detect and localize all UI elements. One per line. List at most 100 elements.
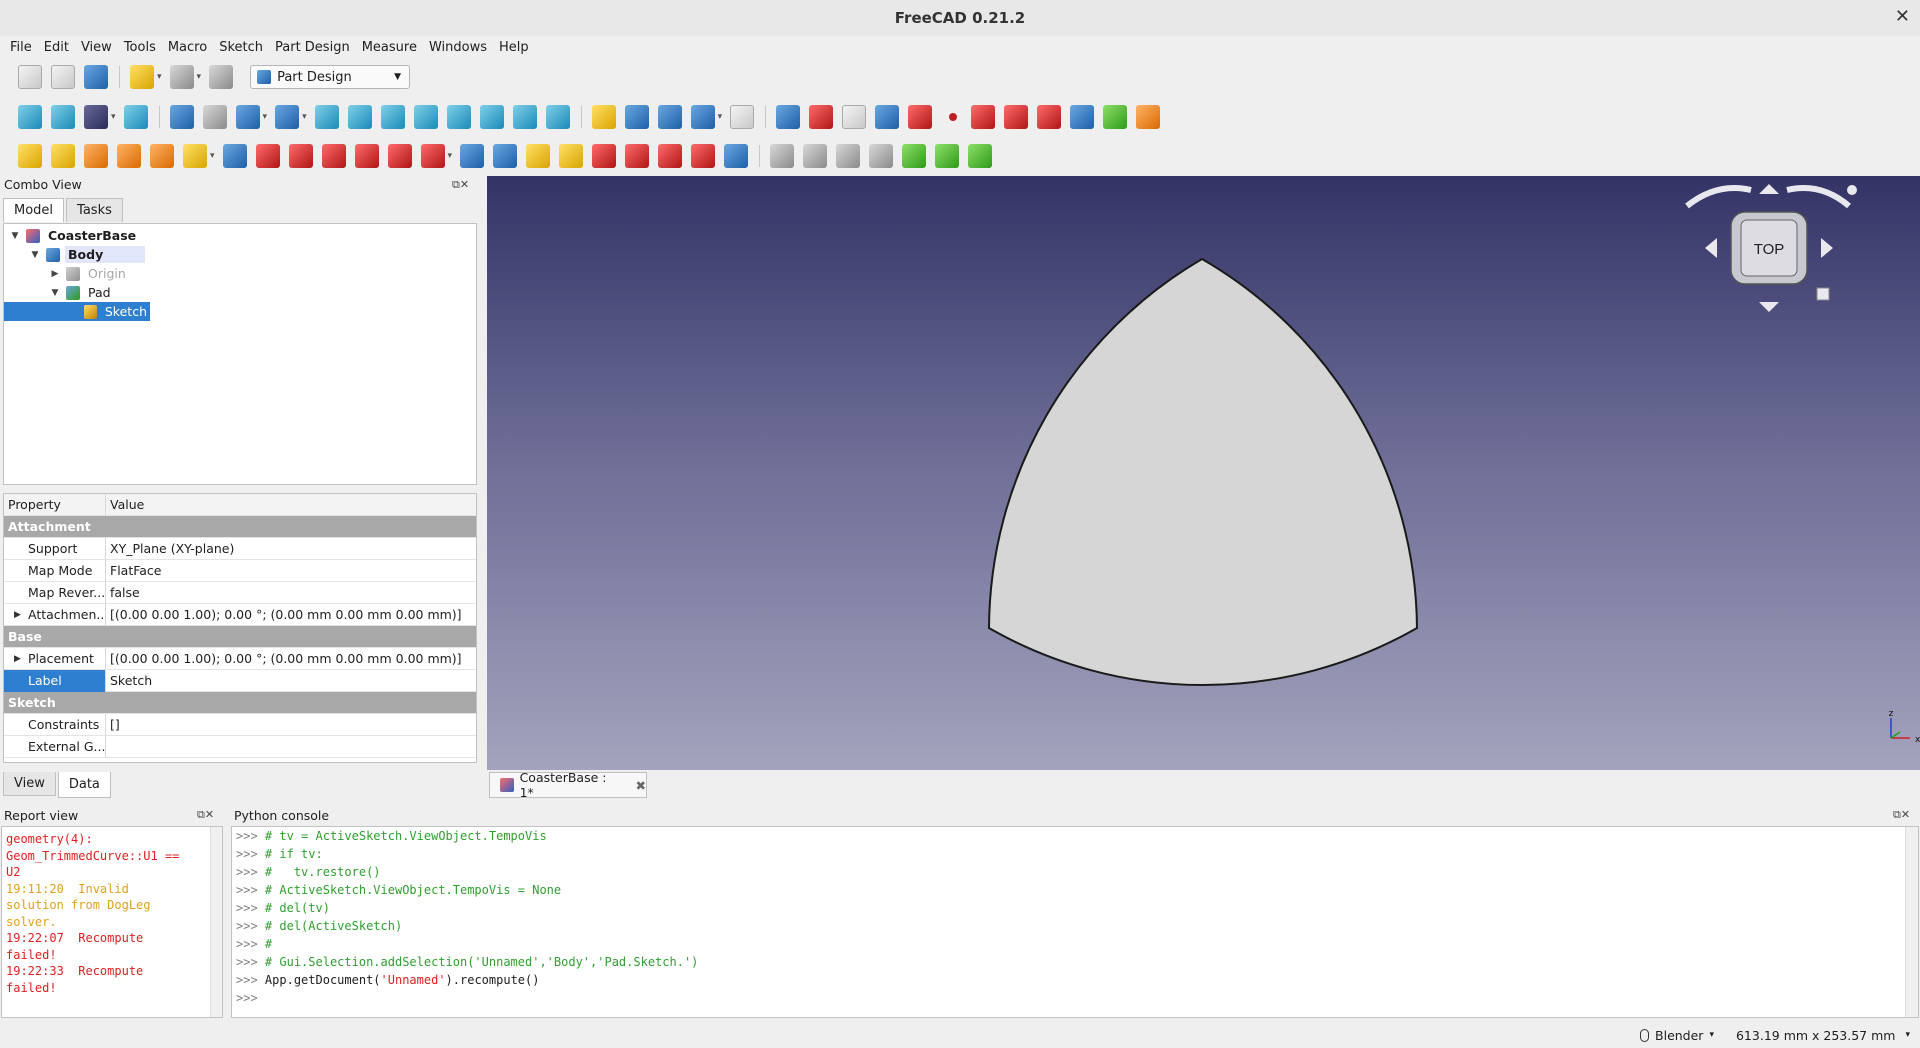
link-actions-icon[interactable]	[690, 105, 715, 129]
thickness-icon[interactable]	[691, 144, 716, 168]
link-actions-dropdown-icon[interactable]: ▾	[718, 112, 723, 122]
tree-item-pad[interactable]: ▼ Pad	[48, 283, 114, 302]
collapse-icon[interactable]: ▼	[8, 231, 22, 241]
property-row[interactable]: Map Rever... false	[4, 581, 476, 604]
property-group-base[interactable]: Base	[4, 626, 476, 648]
report-scrollbar[interactable]	[210, 827, 222, 1017]
left-view-icon[interactable]	[512, 105, 537, 129]
top-view-icon[interactable]	[380, 105, 405, 129]
create-body-icon[interactable]	[776, 105, 801, 129]
property-row[interactable]: Map Mode FlatFace	[4, 559, 476, 582]
close-tab-icon[interactable]: ✖	[636, 778, 646, 793]
tab-data[interactable]: Data	[57, 772, 111, 798]
pan-left-arrow-icon[interactable]	[1705, 238, 1717, 258]
pan-down-arrow-icon[interactable]	[1759, 302, 1779, 312]
polar-pattern-icon[interactable]	[526, 144, 551, 168]
sketch-face-shape[interactable]	[987, 257, 1419, 687]
dimension-display[interactable]: 613.19 mm x 253.57 mm ▾	[1736, 1028, 1910, 1043]
expand-icon[interactable]: ▶	[14, 654, 21, 664]
redo-dropdown-icon[interactable]: ▾	[197, 72, 202, 82]
collapse-icon[interactable]: ▼	[48, 288, 62, 298]
create-group-icon[interactable]	[624, 105, 649, 129]
menu-edit[interactable]: Edit	[40, 40, 77, 55]
hole-icon[interactable]	[255, 144, 280, 168]
datum-point-icon[interactable]	[949, 113, 958, 121]
menu-part-design[interactable]: Part Design	[271, 40, 358, 55]
property-group-sketch[interactable]: Sketch	[4, 692, 476, 714]
mirrored-icon[interactable]	[460, 144, 485, 168]
measure-refresh-icon[interactable]	[836, 144, 861, 168]
sync-view-icon[interactable]	[235, 105, 260, 129]
new-document-icon[interactable]	[18, 65, 42, 89]
console-scrollbar[interactable]	[1905, 827, 1918, 1017]
additive-loft-icon[interactable]	[84, 144, 108, 168]
menu-view[interactable]: View	[77, 40, 120, 55]
menu-help[interactable]: Help	[495, 40, 537, 55]
close-window-icon[interactable]: ✕	[1895, 6, 1910, 27]
front-view-icon[interactable]	[347, 105, 372, 129]
property-value[interactable]: Sketch	[106, 673, 152, 688]
right-view-icon[interactable]	[413, 105, 438, 129]
property-row[interactable]: ▶ Attachmen... [(0.00 0.00 1.00); 0.00 °;…	[4, 603, 476, 626]
menu-file[interactable]: File	[6, 40, 40, 55]
property-group-attachment[interactable]: Attachment	[4, 516, 476, 538]
multi-transform-icon[interactable]	[559, 144, 584, 168]
check-geometry-icon[interactable]	[875, 105, 900, 129]
property-row[interactable]: External G...	[4, 735, 476, 758]
navigation-cube[interactable]: TOP	[1685, 184, 1857, 312]
pad-icon[interactable]	[18, 144, 42, 168]
open-folder-icon[interactable]	[51, 65, 75, 89]
undo-icon[interactable]	[130, 65, 154, 89]
tab-view[interactable]: View	[3, 772, 56, 796]
datum-line-icon[interactable]	[971, 105, 996, 129]
console-input-line[interactable]: >>>	[232, 989, 1918, 1007]
draw-style-dropdown-icon[interactable]: ▾	[111, 112, 116, 122]
local-coordinate-system-icon[interactable]	[1037, 105, 1062, 129]
additive-primitive-dropdown-icon[interactable]: ▾	[210, 151, 215, 161]
std-views-dropdown-icon[interactable]: ▾	[302, 112, 307, 122]
back-arrow-icon[interactable]	[169, 105, 194, 129]
shape-binder-icon[interactable]	[1070, 105, 1095, 129]
whats-this-icon[interactable]	[730, 105, 755, 129]
view-menu-cube-icon[interactable]	[1816, 287, 1830, 301]
property-value[interactable]: false	[106, 585, 140, 600]
tab-tasks[interactable]: Tasks	[66, 198, 123, 222]
forward-arrow-icon[interactable]	[202, 105, 227, 129]
draw-style-icon[interactable]	[84, 105, 108, 129]
menu-sketch[interactable]: Sketch	[215, 40, 271, 55]
3d-viewport[interactable]: TOP z x	[487, 176, 1920, 770]
tree-item-origin[interactable]: ▶ Origin	[48, 264, 129, 283]
fit-selection-icon[interactable]	[51, 105, 75, 129]
rotate-left-arrow-icon[interactable]	[1685, 185, 1752, 209]
dock-float-close-icon[interactable]: ⧉✕	[1893, 808, 1910, 822]
report-view[interactable]: geometry(4): Geom_TrimmedCurve::U1 == U2…	[1, 826, 223, 1018]
validate-sketch-icon[interactable]	[842, 105, 867, 129]
property-row[interactable]: ▶ Placement [(0.00 0.00 1.00); 0.00 °; (0…	[4, 647, 476, 670]
attach-sketch-icon[interactable]	[908, 105, 933, 129]
tree-item-body[interactable]: ▼ Body	[28, 245, 145, 264]
measure-toggle-3d-icon[interactable]	[935, 144, 960, 168]
measure-toggle-delta-icon[interactable]	[968, 144, 993, 168]
property-value[interactable]: XY_Plane (XY-plane)	[106, 541, 234, 556]
pocket-icon[interactable]	[222, 144, 247, 168]
save-icon[interactable]	[84, 65, 108, 89]
menu-windows[interactable]: Windows	[425, 40, 495, 55]
dock-float-close-icon[interactable]: ⧉✕	[452, 178, 469, 192]
pan-right-arrow-icon[interactable]	[1821, 238, 1833, 258]
rear-view-icon[interactable]	[446, 105, 471, 129]
measure-angular-icon[interactable]	[803, 144, 828, 168]
subtractive-loft-icon[interactable]	[321, 144, 346, 168]
create-part-icon[interactable]	[591, 105, 616, 129]
measure-linear-icon[interactable]	[770, 144, 795, 168]
workbench-selector[interactable]: Part Design ▼	[250, 65, 411, 89]
property-value[interactable]: [(0.00 0.00 1.00); 0.00 °; (0.00 mm 0.00…	[106, 651, 462, 666]
expand-icon[interactable]: ▶	[14, 610, 21, 620]
fit-all-icon[interactable]	[18, 105, 42, 129]
sync-view-dropdown-icon[interactable]: ▾	[263, 112, 268, 122]
clone-icon[interactable]	[1136, 105, 1161, 129]
python-console[interactable]: >>> # tv = ActiveSketch.ViewObject.Tempo…	[231, 826, 1919, 1018]
linear-pattern-icon[interactable]	[493, 144, 518, 168]
tree-item-coasterbase[interactable]: ▼ CoasterBase	[8, 226, 139, 245]
rotate-right-arrow-icon[interactable]	[1786, 185, 1851, 209]
redo-icon[interactable]	[169, 65, 194, 89]
